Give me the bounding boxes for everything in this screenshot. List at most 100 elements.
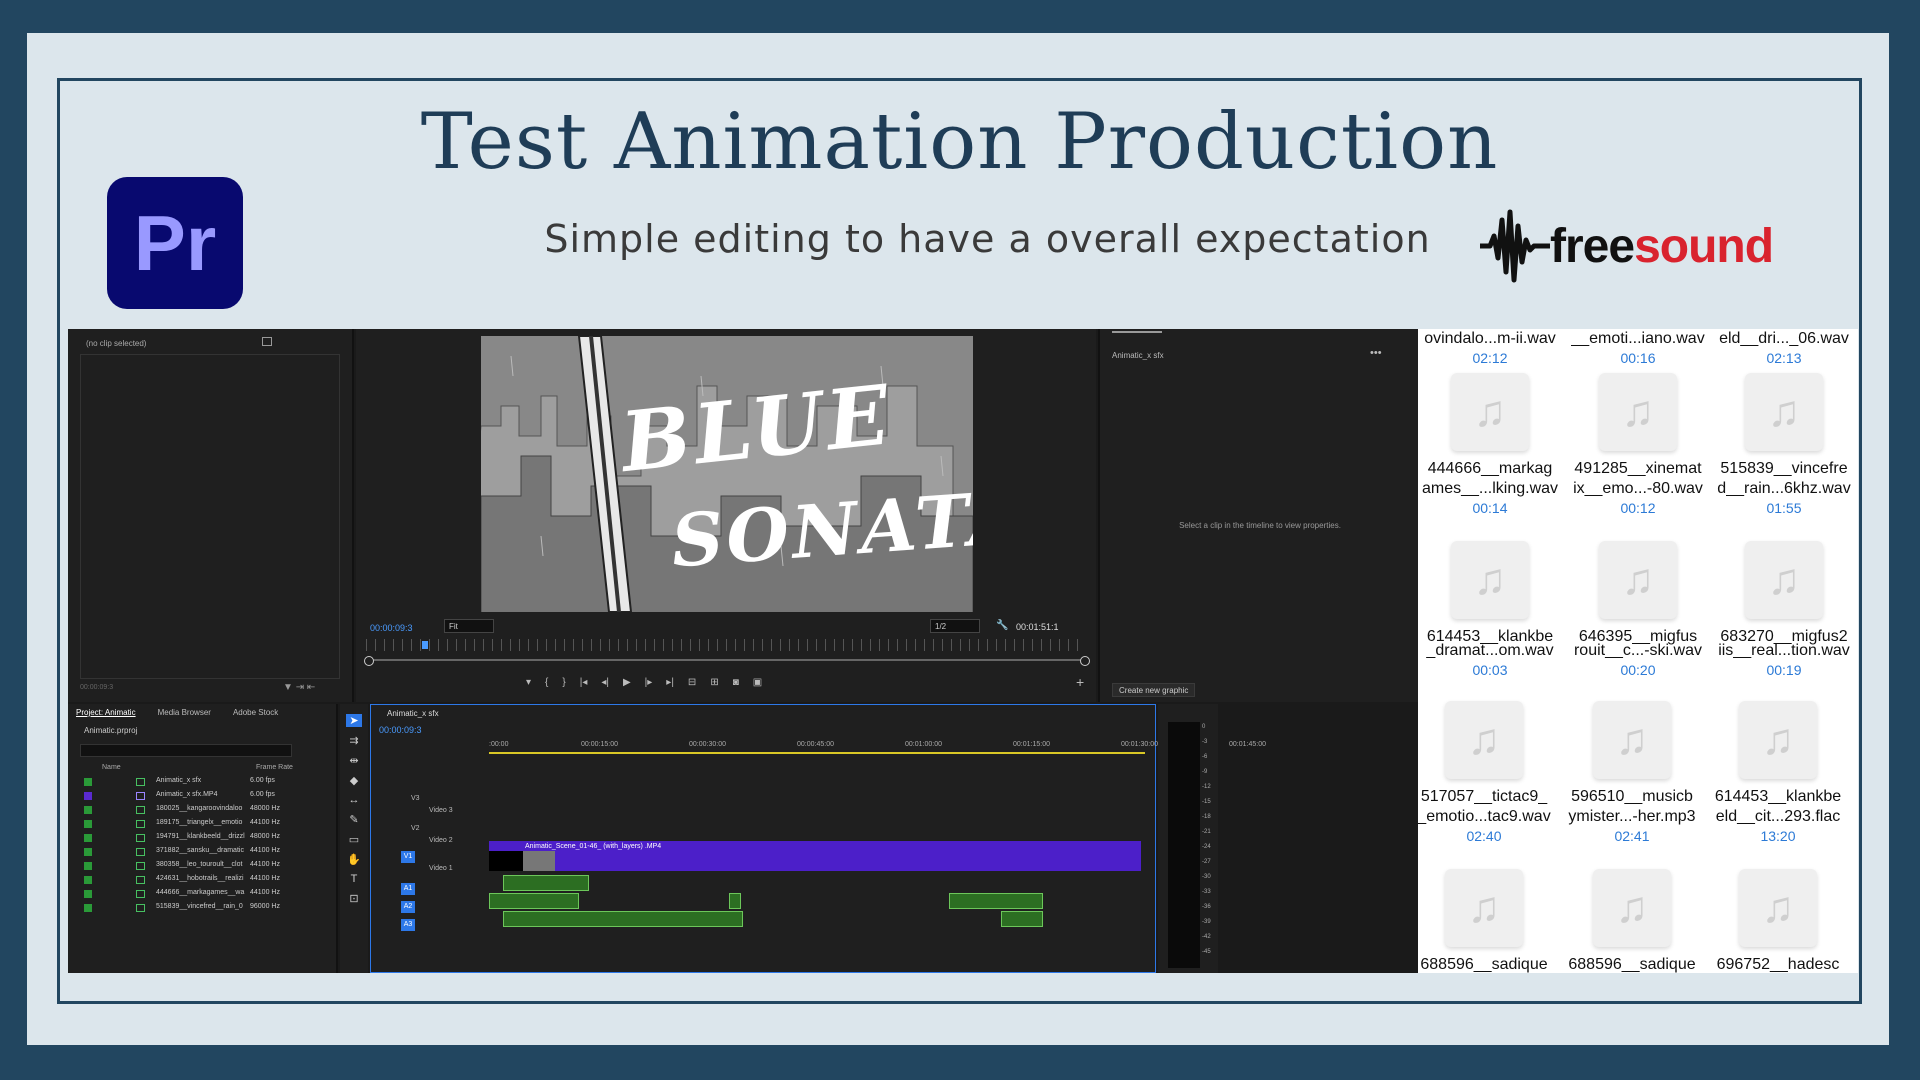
add-button-icon[interactable]: + bbox=[1076, 674, 1084, 690]
program-playhead[interactable] bbox=[422, 641, 428, 649]
audio-clip[interactable] bbox=[489, 893, 579, 909]
track-label[interactable]: V3 bbox=[411, 795, 420, 802]
list-item[interactable]: 380358__leo_touroult__clot 44100 Hz bbox=[84, 860, 314, 873]
file-item[interactable]: ♫ 696752__hadesc bbox=[1708, 869, 1848, 973]
track-target[interactable]: A2 bbox=[401, 901, 415, 913]
go-to-out-icon[interactable]: ▸| bbox=[666, 677, 674, 688]
item-rate: 44100 Hz bbox=[250, 819, 280, 826]
audio-clip[interactable] bbox=[949, 893, 1043, 909]
file-item[interactable]: ♫ 683270__migfus2 iis__real...tion.wav 00:1… bbox=[1714, 541, 1854, 678]
project-search-input[interactable] bbox=[80, 744, 292, 757]
file-item[interactable]: ♫ 596510__musicb ymister...-her.mp3 02:41 bbox=[1562, 701, 1702, 844]
list-item[interactable]: Animatic_x sfx.MP4 6.00 fps bbox=[84, 790, 314, 803]
item-rate: 44100 Hz bbox=[250, 847, 280, 854]
file-item[interactable]: ♫ 515839__vincefre d__rain...6khz.wav 01:55 bbox=[1714, 373, 1854, 516]
type-icon[interactable]: T bbox=[351, 873, 358, 885]
marker-icon[interactable]: ▾ bbox=[526, 677, 531, 688]
clip-thumbnail-black bbox=[489, 851, 523, 871]
list-item[interactable]: 194791__klankbeeld__drizzl 48000 Hz bbox=[84, 832, 314, 845]
file-item[interactable]: ♫ 688596__sadique bbox=[1418, 869, 1554, 973]
extract-icon[interactable]: ⊞ bbox=[710, 677, 718, 688]
audio-clip[interactable] bbox=[503, 875, 589, 891]
tab-project[interactable]: Project: Animatic bbox=[76, 708, 136, 717]
track-label[interactable]: V2 bbox=[411, 825, 420, 832]
column-frame-rate-header[interactable]: Frame Rate bbox=[256, 764, 293, 771]
play-icon[interactable]: ▶ bbox=[623, 677, 631, 688]
ripple-edit-icon[interactable]: ⇹ bbox=[349, 754, 358, 767]
track-target[interactable]: A3 bbox=[401, 919, 415, 931]
razor-icon[interactable]: ◆ bbox=[350, 774, 358, 787]
file-item[interactable]: ♫ 517057__tictac9_ _emotio...tac9.wav 02:40 bbox=[1418, 701, 1554, 844]
file-item[interactable]: ♫ 491285__xinemat ix__emo...-80.wav 00:12 bbox=[1568, 373, 1708, 516]
filter-icon[interactable]: ▼ bbox=[283, 682, 293, 693]
overwrite-icon[interactable]: ⇤ bbox=[307, 682, 315, 693]
list-item[interactable]: 189175__triangelx__emotio 44100 Hz bbox=[84, 818, 314, 831]
camera-icon[interactable]: ◙ bbox=[733, 677, 739, 688]
meter-tick: -27 bbox=[1202, 859, 1211, 865]
go-to-in-icon[interactable]: |◂ bbox=[580, 677, 588, 688]
list-item[interactable]: 371882__sansku__dramatic 44100 Hz bbox=[84, 846, 314, 859]
step-forward-icon[interactable]: |▸ bbox=[645, 677, 653, 688]
program-scrub-bar[interactable] bbox=[364, 656, 1090, 666]
create-graphic-button[interactable]: Create new graphic bbox=[1112, 683, 1196, 697]
audio-clip[interactable] bbox=[729, 893, 741, 909]
pen-icon[interactable]: ✎ bbox=[349, 813, 358, 826]
file-item[interactable]: __emoti...iano.wav 00:16 bbox=[1568, 329, 1708, 366]
list-item[interactable]: 180025__kangaroovindaloo 48000 Hz bbox=[84, 804, 314, 817]
list-item[interactable]: 424631__hobotrails__realizi 44100 Hz bbox=[84, 874, 314, 887]
item-name: 194791__klankbeeld__drizzl bbox=[156, 833, 245, 840]
track-target[interactable]: V1 bbox=[401, 851, 415, 863]
ruler-mark: 00:01:15:00 bbox=[1013, 741, 1050, 748]
meter-tick: -3 bbox=[1202, 739, 1208, 745]
slide-title: Test Animation Production bbox=[420, 97, 1499, 187]
source-timecode: 00:00:09:3 bbox=[80, 684, 114, 691]
file-item[interactable]: ovindalo...m-ii.wav 02:12 bbox=[1420, 329, 1560, 366]
file-name: 517057__tictac9_ bbox=[1420, 788, 1548, 805]
step-back-icon[interactable]: ◂| bbox=[601, 677, 609, 688]
video-clip[interactable]: Animatic_Scene_01-46_ (with_layers) .MP4 bbox=[489, 841, 1141, 871]
tab-media-browser[interactable]: Media Browser bbox=[158, 708, 211, 717]
compare-icon[interactable]: ▣ bbox=[753, 677, 762, 688]
file-item[interactable]: eld__dri..._06.wav 02:13 bbox=[1714, 329, 1854, 366]
track-target[interactable]: A1 bbox=[401, 883, 415, 895]
file-name: 696752__hadesc bbox=[1716, 956, 1840, 973]
program-ruler[interactable] bbox=[366, 639, 1086, 651]
file-item[interactable]: ♫ 646395__migfus rouit__c...-ski.wav 00:20 bbox=[1568, 541, 1708, 678]
tab-adobe-stock[interactable]: Adobe Stock bbox=[233, 708, 278, 717]
timeline-ruler[interactable]: :00:00 00:00:15:00 00:00:30:00 00:00:45:… bbox=[489, 741, 1266, 751]
resolution-select[interactable]: 1/2 bbox=[930, 619, 980, 633]
column-name-header[interactable]: Name bbox=[102, 764, 121, 771]
zoom-select[interactable]: Fit bbox=[444, 619, 494, 633]
label-swatch bbox=[84, 876, 92, 884]
list-item[interactable]: Animatic_x sfx 6.00 fps bbox=[84, 776, 314, 789]
project-file-name: Animatic.prproj bbox=[84, 726, 138, 735]
audio-clip[interactable] bbox=[1001, 911, 1043, 927]
timeline-timecode[interactable]: 00:00:09:3 bbox=[379, 725, 422, 735]
tools-panel: ➤ ⇉ ⇹ ◆ ↔ ✎ ▭ ✋ T ⊡ bbox=[340, 704, 368, 973]
rectangle-icon[interactable]: ▭ bbox=[349, 833, 359, 846]
out-point-icon[interactable]: } bbox=[562, 677, 565, 688]
file-item[interactable]: ♫ 614453__klankbe _dramat...om.wav 00:03 bbox=[1420, 541, 1560, 678]
hand-icon[interactable]: ✋ bbox=[347, 853, 361, 866]
file-item[interactable]: ♫ 444666__markag ames__...lking.wav 00:14 bbox=[1420, 373, 1560, 516]
meter-channel bbox=[1168, 722, 1200, 968]
slip-icon[interactable]: ↔ bbox=[349, 794, 360, 806]
lift-icon[interactable]: ⊟ bbox=[688, 677, 696, 688]
more-options-icon[interactable]: ••• bbox=[1370, 347, 1382, 359]
freesound-logo-free: free bbox=[1550, 219, 1635, 273]
timeline-tab[interactable]: Animatic_x sfx bbox=[387, 709, 439, 718]
in-point-icon[interactable]: { bbox=[545, 677, 548, 688]
track-select-icon[interactable]: ⇉ bbox=[349, 734, 358, 747]
file-item[interactable]: ♫ 688596__sadique bbox=[1562, 869, 1702, 973]
wrench-icon[interactable]: 🔧 bbox=[996, 620, 1008, 631]
list-item[interactable]: 515839__vincefred__rain_0 96000 Hz bbox=[84, 902, 314, 915]
file-item[interactable]: ♫ 614453__klankbe eld__cit...293.flac 13:20 bbox=[1708, 701, 1848, 844]
insert-icon[interactable]: ⇥ bbox=[296, 682, 304, 693]
selection-tool-icon[interactable]: ➤ bbox=[346, 714, 362, 727]
file-name-cont: ames__...lking.wav bbox=[1421, 480, 1559, 497]
panel-menu-icon[interactable] bbox=[262, 337, 272, 346]
audio-clip[interactable] bbox=[503, 911, 743, 927]
work-area-bar[interactable] bbox=[489, 752, 1145, 754]
list-item[interactable]: 444666__markagames__wa 44100 Hz bbox=[84, 888, 314, 901]
caption-icon[interactable]: ⊡ bbox=[349, 892, 358, 905]
